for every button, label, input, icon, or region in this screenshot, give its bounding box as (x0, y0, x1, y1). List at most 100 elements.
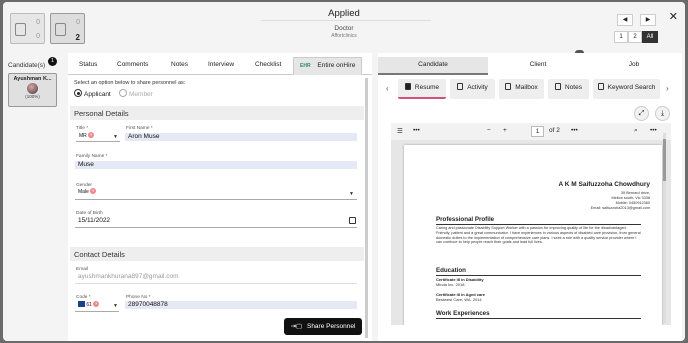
field-underline (75, 311, 119, 312)
family-name-label: Family Name * (76, 154, 108, 159)
title-select[interactable]: MR × (76, 132, 118, 140)
scrollbar[interactable] (663, 133, 666, 323)
resume-profile-text: Caring and passionate Disability Support… (436, 226, 641, 245)
tab-entire-onhire[interactable]: EHR Entire onHire (293, 50, 584, 75)
share-hint: Select an option below to share personne… (74, 80, 186, 86)
resume-address-line: Email: saifuzzoha2013@gmail.com (590, 206, 650, 210)
tab-client[interactable]: Client (488, 57, 588, 75)
candidate-percent: (100%) (25, 94, 40, 99)
next-arrow-button[interactable]: ▶ (640, 14, 656, 26)
segment-1[interactable]: 1 (614, 31, 628, 43)
divider (261, 20, 431, 21)
subtab-activity[interactable]: Activity (450, 79, 495, 99)
modal-header: 0 0 0 2 Applied Doctor Affortclinics ◀ ▶… (3, 2, 685, 48)
resume-icon (404, 83, 411, 90)
pdf-viewer[interactable]: A K M Saifuzzoha Chowdhury 39 Bernard dr… (391, 140, 671, 325)
email-field[interactable]: ayushmankhurana897@gmail.com (75, 273, 357, 281)
title-label: Title * (76, 126, 89, 131)
first-name-field[interactable]: Aron Muse (125, 133, 357, 141)
tab-notes[interactable]: Notes (171, 61, 188, 68)
resume-name: A K M Saifuzzoha Chowdhury (558, 181, 650, 188)
candidate-card[interactable]: Ayushman K... (100%) (8, 73, 57, 107)
flag-icon (78, 301, 85, 307)
pdf-more-right-button[interactable]: ••• (650, 127, 657, 134)
pdf-more-center-button[interactable]: ••• (571, 127, 578, 134)
scroll-right-icon[interactable]: › (666, 84, 669, 93)
search-icon[interactable]: ⌕ (634, 127, 638, 135)
dob-label: Date of Birth (76, 211, 103, 216)
subtab-mailbox[interactable]: Mailbox (499, 79, 544, 99)
phone-label: Phone No * (126, 295, 151, 300)
scroll-left-icon[interactable]: ‹ (386, 84, 389, 93)
page-number-input[interactable]: 1 (531, 126, 544, 137)
code-label: Code * (76, 295, 91, 300)
section-personal-details: Personal Details (70, 106, 364, 120)
right-panel: Candidate Client Job ‹ Resume Activity M… (378, 53, 682, 341)
page-count: of 2 (549, 127, 560, 134)
tab-comments[interactable]: Comments (117, 61, 148, 68)
field-underline (76, 141, 120, 142)
zoom-out-button[interactable]: − (487, 127, 491, 134)
scrollbar[interactable] (365, 78, 368, 338)
resume-address-line: 39 Bernard drive, (620, 191, 650, 195)
section-contact-details: Contact Details (70, 247, 364, 261)
segment-2[interactable]: 2 (628, 31, 642, 43)
clear-icon[interactable]: × (93, 301, 100, 307)
download-icon[interactable]: ⤓ (655, 106, 670, 121)
zoom-in-button[interactable]: + (503, 127, 507, 134)
clear-icon[interactable]: × (90, 188, 97, 194)
close-icon[interactable]: ✕ (669, 10, 678, 23)
clear-icon[interactable]: × (88, 132, 95, 138)
candidates-count-badge: 1 (48, 57, 57, 66)
resume-section-heading: Work Experiences (436, 310, 490, 317)
share-personnel-button[interactable]: ⇥▢ Share Personnel (284, 318, 362, 335)
candidate-name: Ayushman K... (13, 76, 52, 82)
subtab-resume[interactable]: Resume (398, 79, 446, 99)
tab-candidate[interactable]: Candidate (378, 57, 488, 75)
keyword-search-icon (597, 83, 604, 90)
mailbox-icon (505, 83, 512, 90)
sidebar-toggle-icon[interactable]: ☰ (397, 127, 403, 135)
entire-logo: EHR (300, 63, 311, 69)
pdf-more-left-button[interactable]: ••• (413, 127, 420, 134)
tab-status[interactable]: Status (79, 61, 97, 68)
chevron-down-icon[interactable]: ▼ (113, 134, 118, 140)
fullscreen-icon[interactable]: ⤢ (634, 106, 649, 121)
tab-job[interactable]: Job (588, 57, 680, 75)
subtab-notes[interactable]: Notes (548, 79, 589, 99)
prev-arrow-button[interactable]: ◀ (617, 14, 633, 26)
company-name: Affortclinics (331, 33, 357, 39)
radio-applicant[interactable]: Applicant (74, 89, 111, 98)
divider (436, 224, 641, 225)
tab-checklist[interactable]: Checklist (255, 61, 281, 68)
candidates-label: Candidate(s) (8, 62, 46, 69)
activity-icon (457, 83, 464, 90)
divider (436, 318, 641, 319)
segment-all[interactable]: All (642, 31, 658, 43)
field-underline (75, 283, 357, 284)
notes-icon (555, 83, 561, 90)
phone-field[interactable]: 28970048878 (125, 301, 357, 309)
resume-address-line: Melton south, Vic 3338 (611, 196, 650, 200)
gender-select[interactable]: Male × (75, 188, 135, 196)
left-panel: Status Comments Notes Interview Checklis… (68, 50, 584, 341)
pdf-toolbar: ☰ ••• − + 1 of 2 ••• ⌕ ••• (391, 123, 671, 140)
dob-field[interactable]: 15/11/2022 (75, 217, 357, 225)
radio-checked-icon (74, 89, 82, 97)
family-name-field[interactable]: Muse (75, 161, 357, 169)
field-underline (75, 199, 357, 200)
job-title: Doctor (334, 25, 354, 32)
radio-member[interactable]: Member (119, 89, 153, 98)
tab-interview[interactable]: Interview (208, 61, 234, 68)
calendar-icon[interactable] (349, 217, 356, 224)
resume-page: A K M Saifuzzoha Chowdhury 39 Bernard dr… (404, 145, 662, 325)
chevron-down-icon[interactable]: ▼ (349, 191, 354, 197)
resume-section-heading: Education (436, 267, 466, 274)
education-sub: Minda Inc. 2018 (436, 282, 465, 287)
scrollbar-thumb[interactable] (663, 139, 666, 181)
subtab-keyword-search[interactable]: Keyword Search (593, 79, 660, 99)
chevron-down-icon[interactable]: ▼ (113, 303, 118, 309)
email-label: Email (76, 267, 88, 272)
first-name-label: First Name * (126, 126, 153, 131)
share-icon: ⇥▢ (290, 323, 303, 330)
